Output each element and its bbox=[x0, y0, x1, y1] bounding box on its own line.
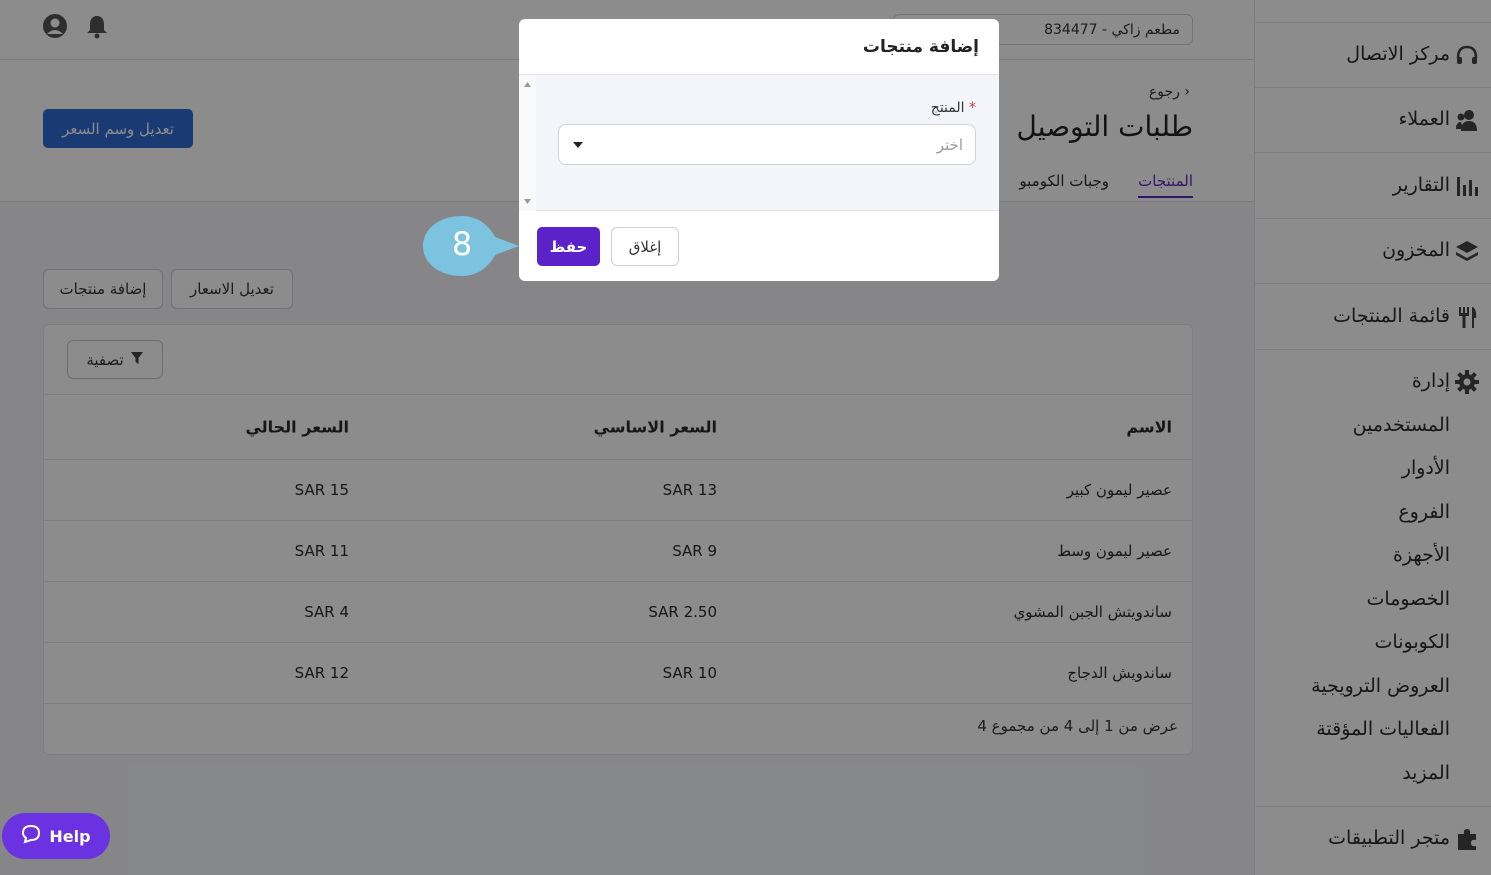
save-button[interactable]: حفظ bbox=[537, 227, 600, 266]
product-label-text: المنتج bbox=[930, 100, 965, 116]
product-select[interactable]: اختر bbox=[558, 124, 976, 165]
add-products-modal: إضافة منتجات * المنتج اختر حفظ إغلاق bbox=[519, 19, 999, 281]
chat-bubble-icon bbox=[21, 824, 41, 848]
step-number: 8 bbox=[451, 225, 473, 263]
modal-title: إضافة منتجات bbox=[862, 37, 979, 57]
help-button[interactable]: Help bbox=[2, 813, 110, 859]
help-label: Help bbox=[49, 826, 91, 846]
product-field-label: * المنتج bbox=[931, 100, 976, 116]
caret-down-icon bbox=[573, 142, 583, 148]
close-button[interactable]: إغلاق bbox=[611, 227, 679, 266]
modal-header: إضافة منتجات bbox=[519, 19, 999, 75]
modal-scrollbar[interactable] bbox=[519, 75, 536, 211]
modal-body: * المنتج اختر bbox=[519, 75, 999, 211]
product-select-placeholder: اختر bbox=[936, 136, 963, 154]
step-marker: 8 bbox=[422, 215, 522, 277]
required-mark: * bbox=[969, 100, 976, 116]
